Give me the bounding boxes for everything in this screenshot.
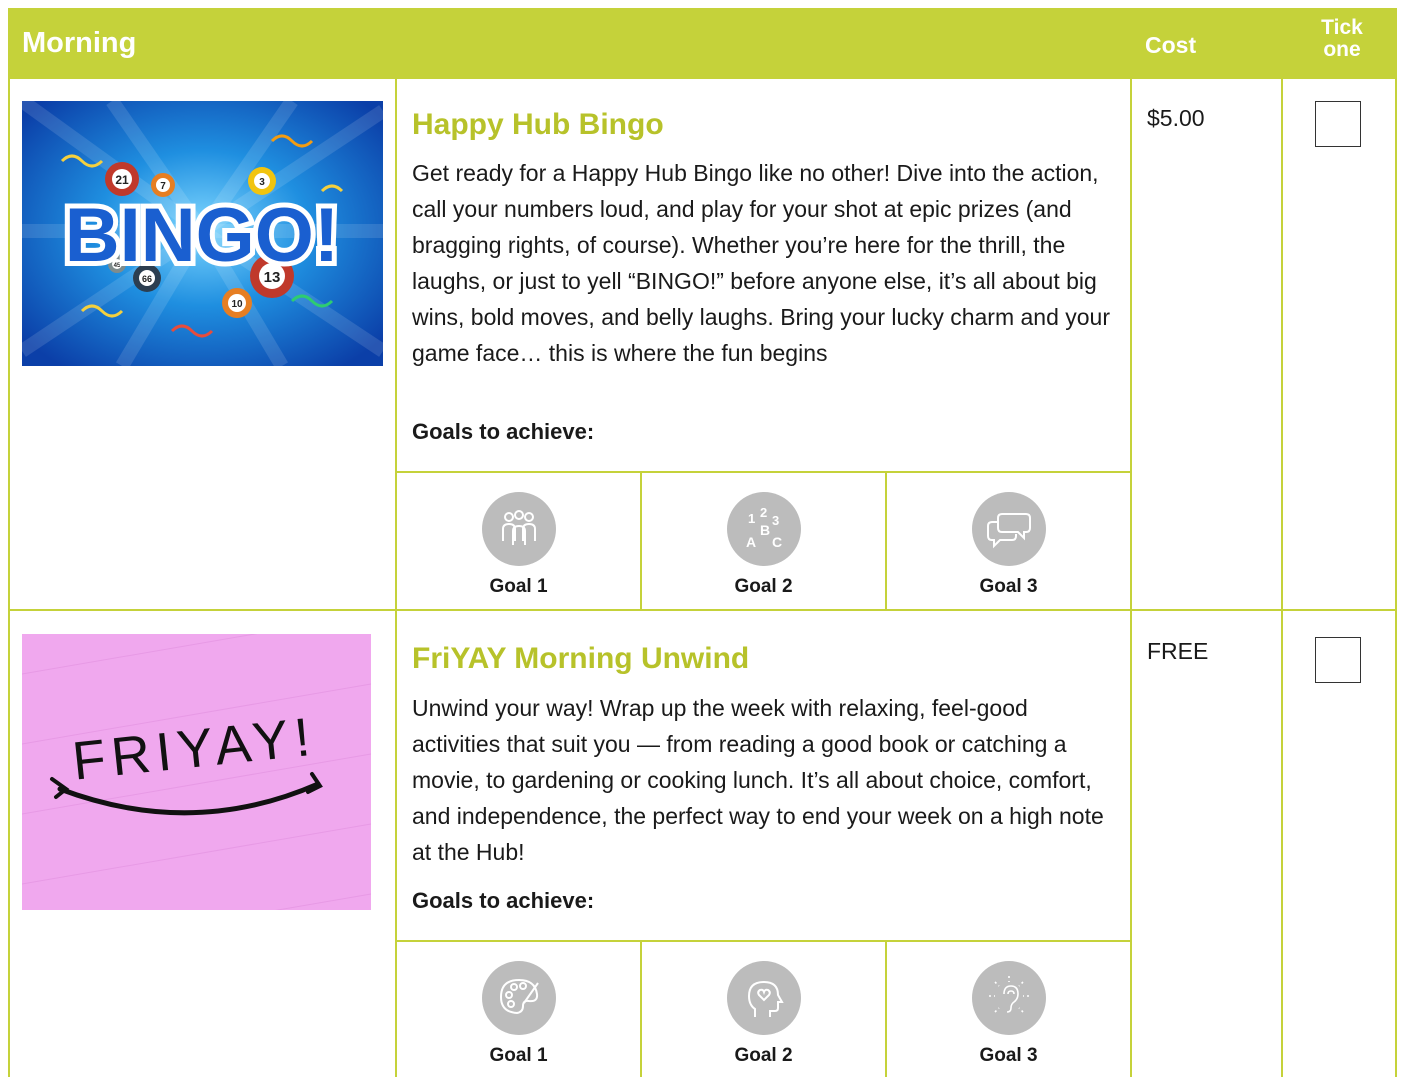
section-title: Morning [22,27,137,59]
numbers-letters-icon: 1 2 3 B A C [726,492,801,566]
bingo-ball-number: 21 [115,173,129,187]
activity-cost: $5.00 [1147,105,1205,131]
speech-bubbles-icon [971,492,1046,566]
activity-cost: FREE [1147,638,1209,664]
goal-label: Goal 1 [489,1045,548,1066]
goal-2: 1 2 3 B A C Goal 2 [642,492,885,598]
activity-description: Get ready for a Happy Hub Bingo like no … [412,160,1111,366]
tick-checkbox[interactable] [1315,637,1361,683]
people-group-icon [481,492,556,566]
tick-column-header: Tick one [1302,17,1382,61]
goals-divider [395,940,1132,942]
bingo-ball-number: 10 [231,299,243,310]
goal-1: Goal 1 [397,492,640,598]
svg-text:2: 2 [760,505,767,520]
goal-2: Goal 2 [642,961,885,1067]
paint-palette-icon [481,961,556,1035]
ear-listening-icon [971,961,1046,1035]
goal-1: Goal 1 [397,961,640,1067]
table-border-left [8,79,10,1077]
svg-text:A: A [746,534,756,550]
table-border-right [1395,79,1397,1077]
goal-label: Goal 2 [734,1045,793,1066]
row-divider [8,609,1397,611]
tick-header-line-2: one [1323,38,1361,61]
goals-label: Goals to achieve: [412,888,595,913]
column-divider [1130,79,1132,1077]
svg-text:1: 1 [748,511,755,526]
activity-title: FriYAY Morning Unwind [412,642,750,675]
head-heart-icon [726,961,801,1035]
svg-text:C: C [772,534,782,550]
activity-table: Morning Cost Tick one 21 7 3 13 10 66 45… [8,8,1397,1077]
goal-3: Goal 3 [887,492,1130,598]
bingo-logo-text: BINGO! [65,193,339,278]
activity-title: Happy Hub Bingo [412,108,664,141]
cost-column-header: Cost [1145,32,1197,58]
bingo-ball-number: 3 [259,177,265,188]
goal-label: Goal 2 [734,576,793,597]
bingo-ball-number: 7 [160,181,166,192]
bingo-image: 21 7 3 13 10 66 45 BINGO! BINGO! [22,101,383,366]
tick-checkbox[interactable] [1315,101,1361,147]
friyay-image: FRIYAY! [22,634,371,910]
svg-text:3: 3 [772,513,779,528]
table-header: Morning Cost Tick one [8,8,1397,79]
activity-description: Unwind your way! Wrap up the week with r… [412,695,1104,865]
goals-divider [395,471,1132,473]
goal-3: Goal 3 [887,961,1130,1067]
goal-label: Goal 3 [979,576,1038,597]
column-divider [1281,79,1283,1077]
goals-label: Goals to achieve: [412,419,595,444]
svg-text:B: B [760,522,770,538]
goal-label: Goal 3 [979,1045,1038,1066]
goal-label: Goal 1 [489,576,548,597]
tick-header-line-1: Tick [1321,16,1363,39]
